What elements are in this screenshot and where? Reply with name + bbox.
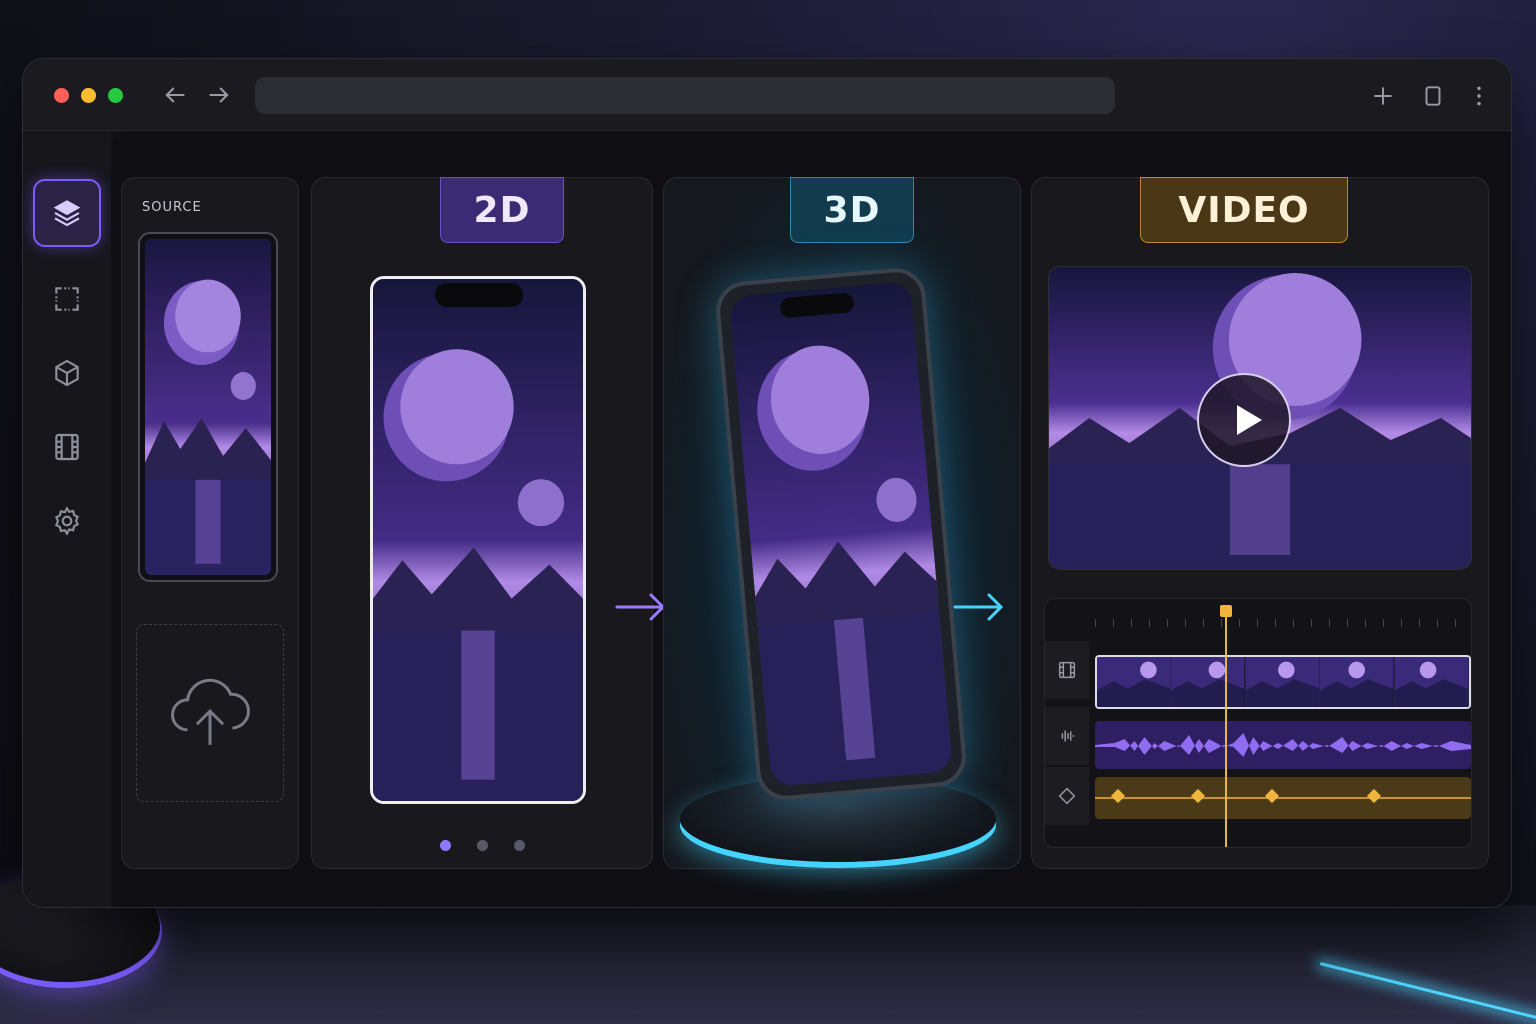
close-window-button[interactable]: [54, 88, 69, 103]
tab-video[interactable]: VIDEO: [1140, 177, 1348, 243]
tab-2d[interactable]: 2D: [440, 177, 564, 243]
panel-3d: 3D: [663, 177, 1021, 869]
page-indicator: [312, 840, 652, 851]
gear-icon: [54, 506, 80, 536]
sidebar-item-settings[interactable]: [33, 487, 101, 555]
panel-video: VIDEO: [1031, 177, 1489, 869]
minimize-window-button[interactable]: [81, 88, 96, 103]
audio-wave-icon: [1045, 707, 1089, 765]
film-frame: [1245, 657, 1321, 707]
playhead-handle[interactable]: [1220, 605, 1232, 617]
keyframe-line: [1095, 797, 1471, 799]
phone-3d-model[interactable]: [713, 265, 969, 803]
keyframe-marker[interactable]: [1190, 788, 1206, 804]
maximize-window-button[interactable]: [108, 88, 123, 103]
cube-icon: [55, 359, 79, 387]
browser-window: SOURCE 2D 3D VIDEO: [22, 58, 1512, 908]
title-bar: [23, 59, 1511, 131]
tab-3d[interactable]: 3D: [790, 177, 914, 243]
film-icon: [55, 433, 79, 461]
workspace: SOURCE 2D 3D VIDEO: [111, 131, 1511, 907]
layers-icon: [53, 200, 81, 227]
plus-icon[interactable]: [1370, 83, 1396, 109]
film-frame: [1320, 657, 1395, 707]
arrow-right-icon[interactable]: [205, 81, 233, 109]
video-preview[interactable]: [1048, 266, 1472, 570]
timeline-editor: [1044, 598, 1472, 848]
film-frame: [1171, 657, 1246, 707]
video-track[interactable]: [1095, 655, 1471, 709]
film-frame: [1394, 657, 1469, 707]
source-image-thumbnail[interactable]: [138, 232, 278, 582]
source-panel: SOURCE: [121, 177, 299, 869]
upload-dropzone[interactable]: [136, 624, 284, 802]
sidebar-item-3d[interactable]: [33, 339, 101, 407]
arrow-left-icon[interactable]: [161, 81, 189, 109]
keyframe-marker[interactable]: [1366, 788, 1382, 804]
night-landscape-image: [728, 281, 954, 787]
night-landscape-image: [145, 239, 271, 575]
phone-2d-preview[interactable]: [370, 276, 586, 804]
film-strip-icon: [1045, 641, 1089, 699]
keyframe-marker[interactable]: [1110, 788, 1126, 804]
more-vertical-icon[interactable]: [1466, 83, 1492, 109]
keyframe-diamond-icon: [1045, 767, 1089, 825]
page-dot[interactable]: [439, 840, 451, 851]
sidebar-item-layers[interactable]: [33, 179, 101, 247]
night-landscape-image: [373, 279, 583, 801]
audio-track[interactable]: [1095, 721, 1471, 769]
play-button[interactable]: [1197, 373, 1291, 467]
address-bar[interactable]: [255, 77, 1115, 114]
tool-sidebar: [23, 131, 111, 907]
page-dot[interactable]: [476, 840, 488, 851]
desk-surface: [0, 905, 1536, 1024]
timeline-ruler[interactable]: [1095, 613, 1471, 627]
arrow-right-icon: [951, 587, 1009, 627]
square-icon[interactable]: [1420, 83, 1446, 109]
sidebar-item-frame[interactable]: [33, 265, 101, 333]
playhead[interactable]: [1225, 607, 1227, 847]
frame-select-icon: [55, 287, 79, 311]
audio-waveform: [1095, 733, 1471, 757]
source-label: SOURCE: [142, 200, 202, 215]
phone-notch: [435, 283, 523, 307]
play-icon: [1237, 405, 1262, 435]
sidebar-item-video[interactable]: [33, 413, 101, 481]
keyframe-marker[interactable]: [1264, 788, 1280, 804]
keyframe-track[interactable]: [1095, 777, 1471, 819]
film-frame: [1097, 657, 1172, 707]
page-dot[interactable]: [513, 840, 525, 851]
cloud-upload-icon: [171, 678, 250, 745]
panel-2d: 2D: [311, 177, 653, 869]
